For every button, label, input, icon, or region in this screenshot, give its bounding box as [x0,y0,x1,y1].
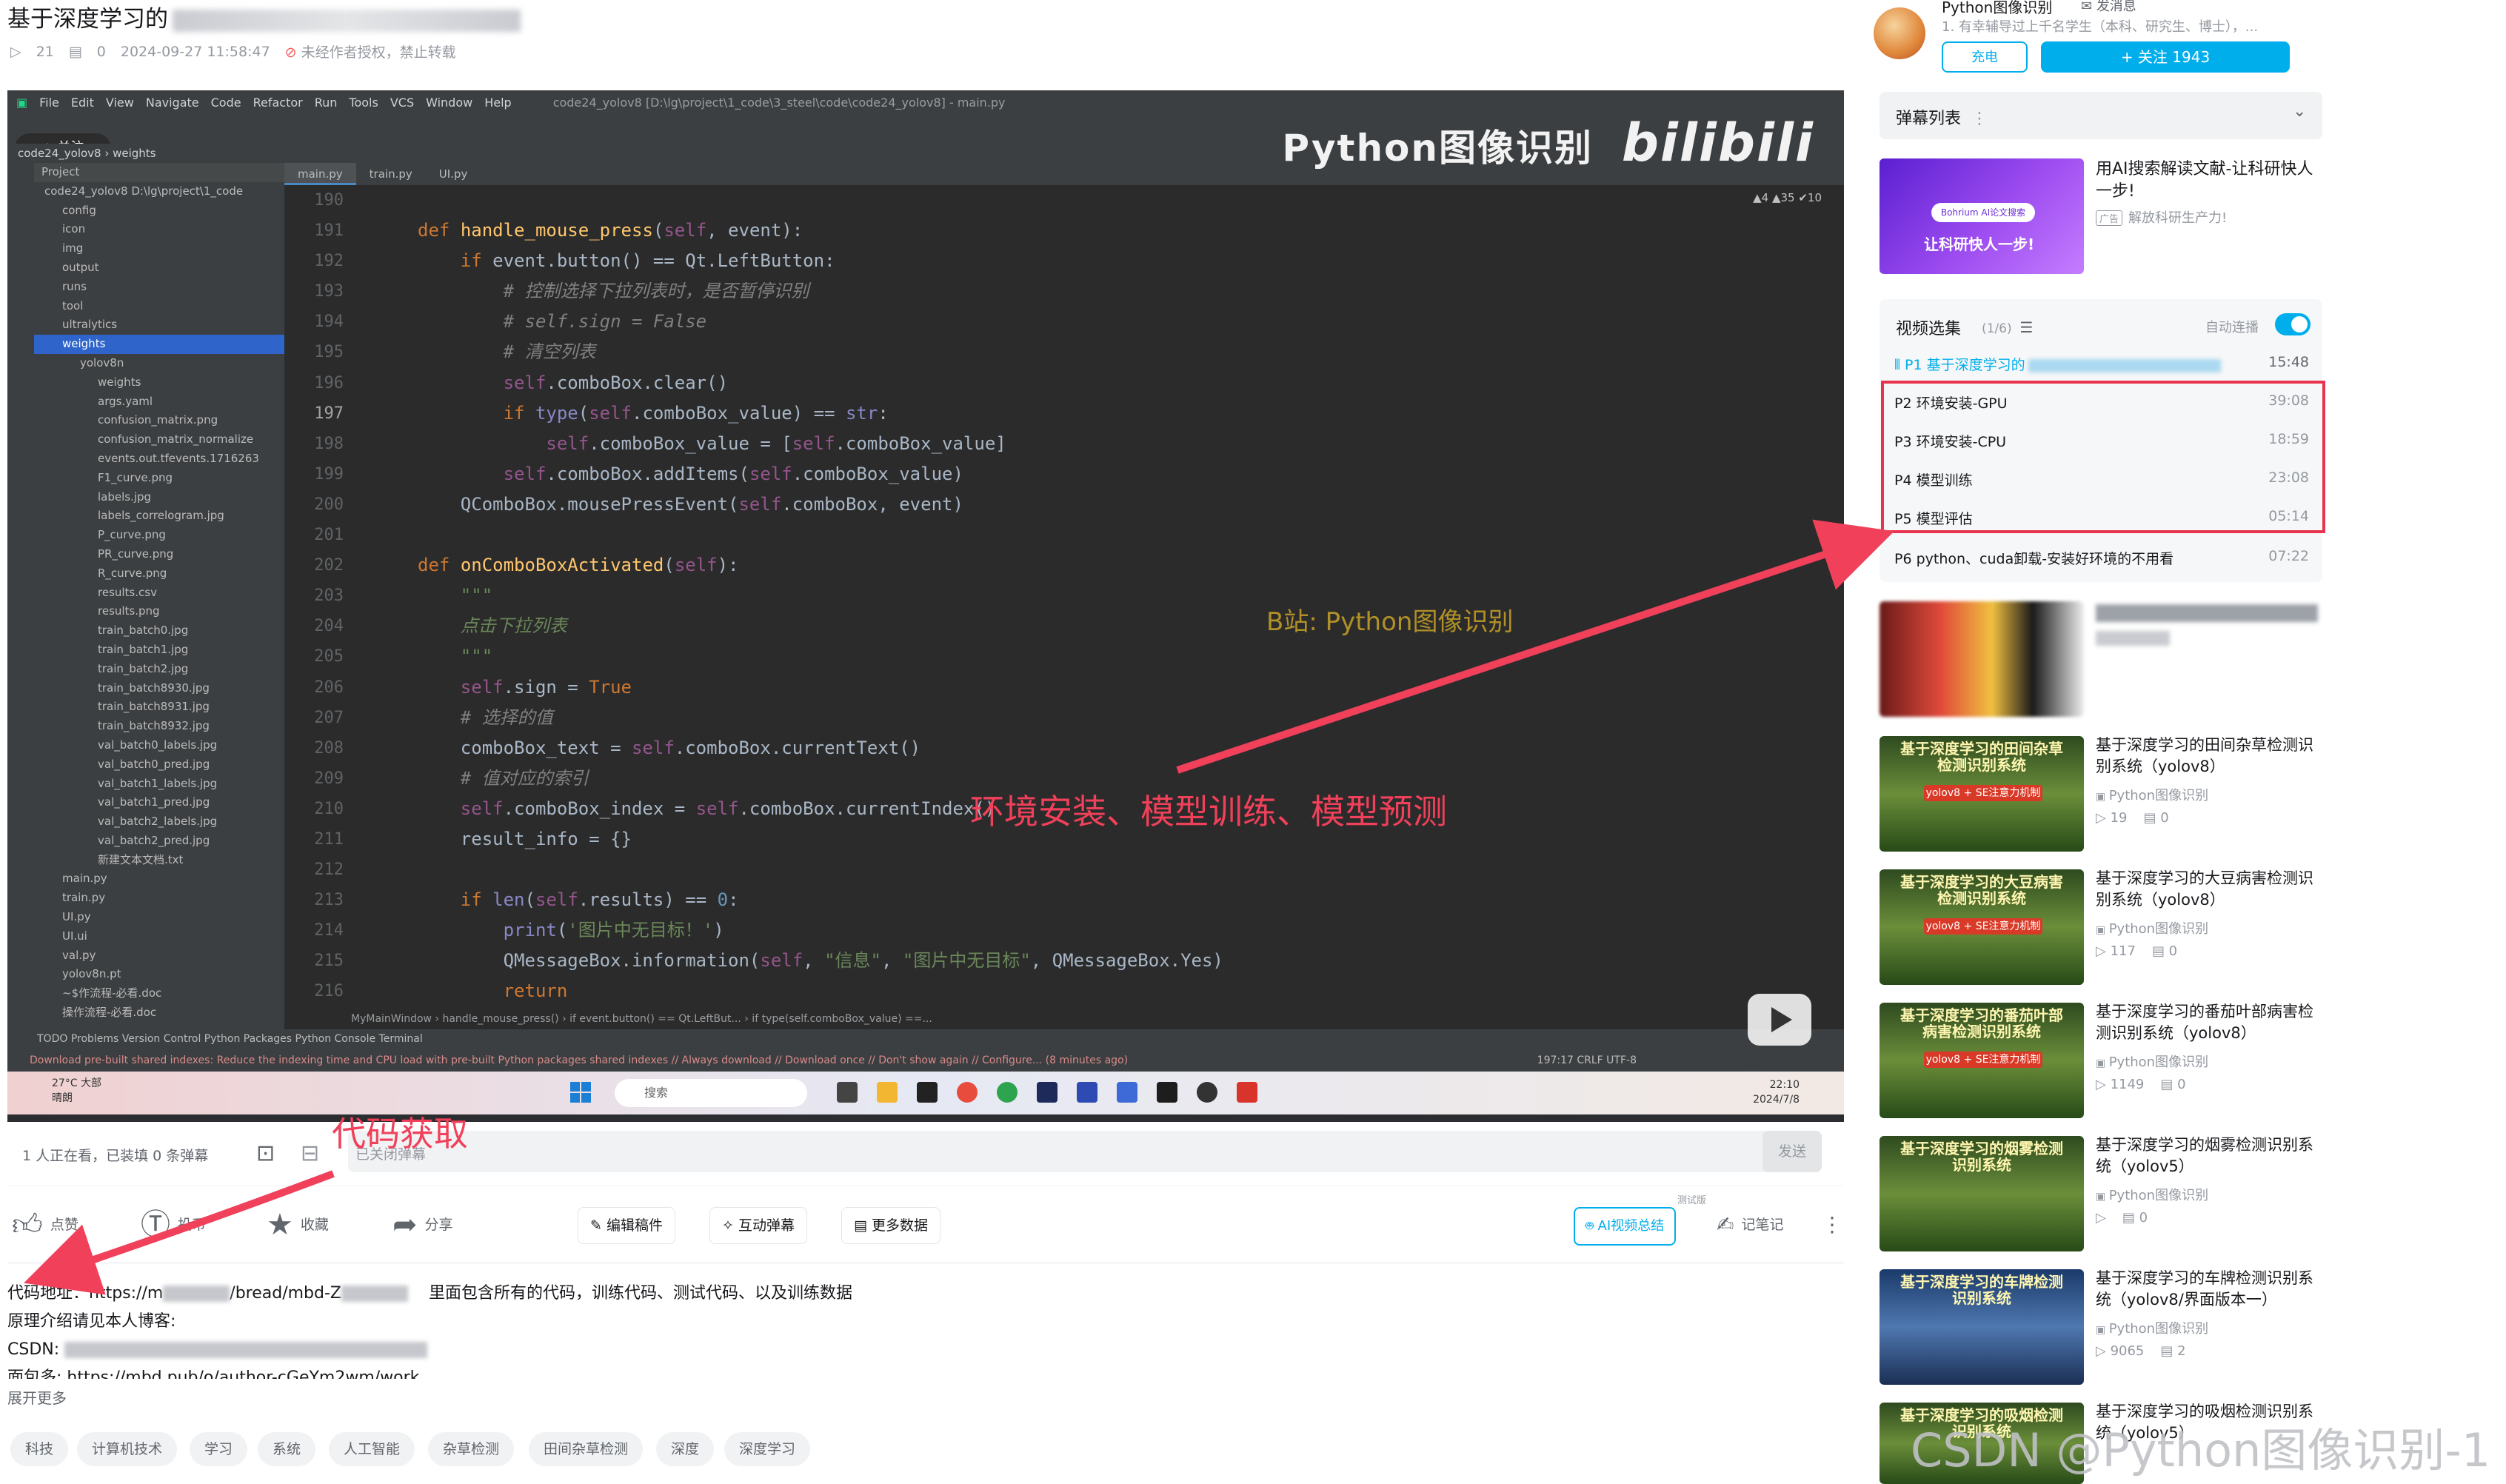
arrow-to-code-link [24,1170,335,1295]
annotation-arrows [24,519,1894,1295]
arrow-to-episodes [1176,519,1894,774]
